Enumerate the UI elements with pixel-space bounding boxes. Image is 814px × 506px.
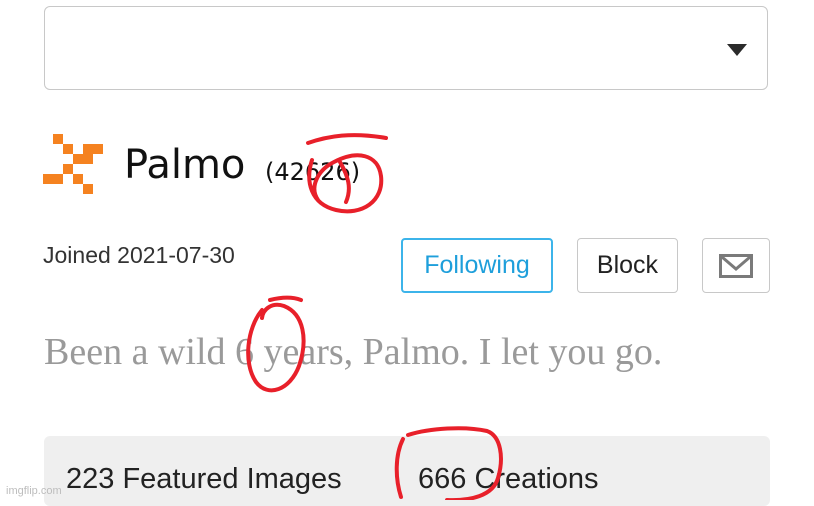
block-button-label: Block — [596, 251, 659, 279]
creations-link[interactable]: 666 Creations — [418, 462, 599, 496]
envelope-icon — [719, 253, 753, 278]
user-points: (42626) — [265, 158, 361, 186]
following-button[interactable]: Following — [401, 238, 553, 293]
imgflip-watermark: imgflip.com — [6, 485, 62, 497]
stats-bar: 223 Featured Images 666 Creations — [44, 436, 770, 506]
chevron-down-icon — [727, 44, 747, 56]
user-avatar — [43, 134, 103, 194]
user-bio: Been a wild 6 years, Palmo. I let you go… — [44, 331, 663, 373]
username: Palmo — [124, 142, 246, 188]
profile-select-dropdown[interactable] — [44, 6, 768, 90]
message-button[interactable] — [702, 238, 770, 293]
featured-images-link[interactable]: 223 Featured Images — [66, 462, 342, 496]
block-button[interactable]: Block — [577, 238, 678, 293]
following-button-label: Following — [424, 251, 530, 279]
joined-date: Joined 2021-07-30 — [43, 242, 235, 268]
